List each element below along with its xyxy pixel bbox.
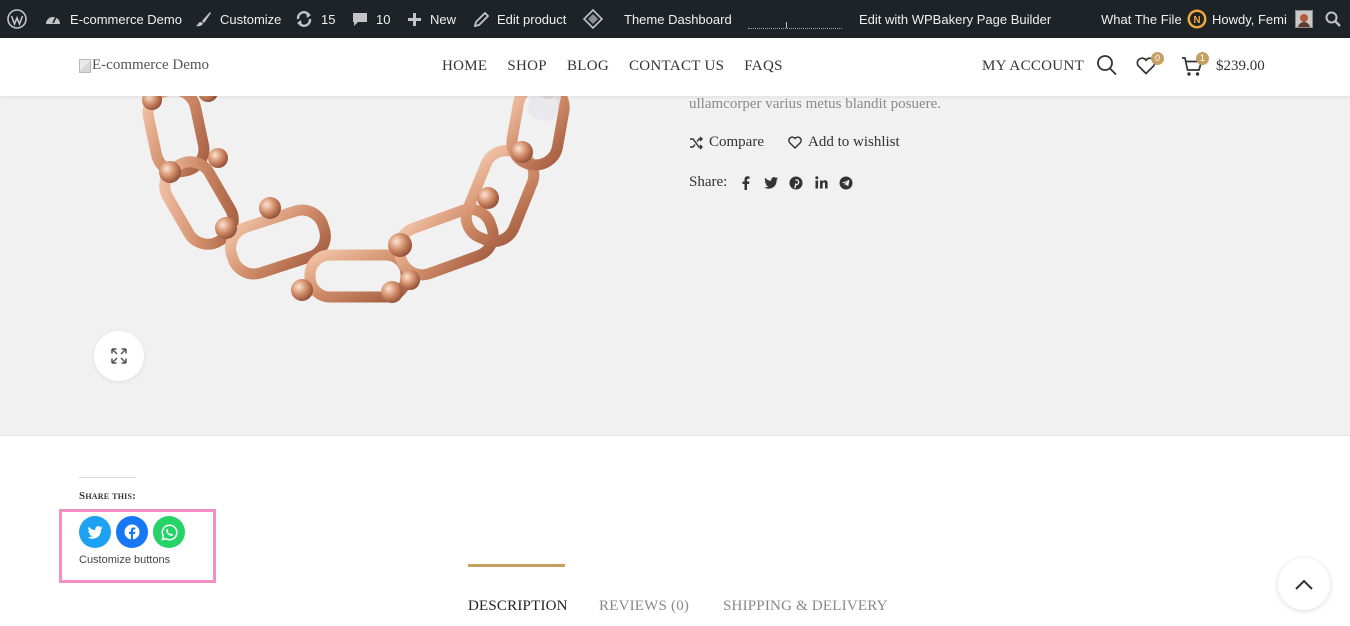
wishlist-count-badge: 0 [1151, 52, 1164, 65]
whatsapp-icon [160, 524, 178, 541]
updates-count: 15 [321, 11, 336, 27]
wpbakery-label: Edit with WPBakery Page Builder [859, 11, 1052, 27]
chevron-up-icon [1295, 579, 1313, 590]
scroll-to-top-button[interactable] [1278, 558, 1330, 610]
zoom-image-button[interactable] [94, 331, 144, 381]
ns-plugin-icon: N [1187, 9, 1207, 29]
nav-item-shop[interactable]: SHOP [507, 58, 547, 75]
compare-button[interactable]: Compare [689, 134, 764, 151]
product-image[interactable] [130, 80, 610, 350]
customize-label: Customize [220, 11, 282, 27]
tab-description[interactable]: DESCRIPTION [468, 598, 568, 615]
share-this-heading: Share this: [79, 490, 136, 502]
dashboard-gauge-icon [46, 16, 60, 24]
add-to-wishlist-button[interactable]: Add to wishlist [788, 134, 900, 151]
nav-item-blog[interactable]: BLOG [567, 58, 609, 75]
admin-new[interactable]: New [407, 0, 456, 38]
site-name-label: E-commerce Demo [70, 11, 182, 27]
admin-theme-dashboard[interactable]: Theme Dashboard [583, 0, 732, 38]
admin-updates[interactable]: 15 [295, 0, 335, 38]
paintbrush-icon [196, 11, 211, 26]
compare-label: Compare [709, 134, 764, 150]
edit-product-label: Edit product [497, 11, 567, 27]
admin-bar-divider-tick [786, 22, 787, 28]
plus-icon [408, 12, 421, 26]
new-label: New [430, 11, 457, 27]
header-search-icon[interactable] [1097, 55, 1117, 81]
share-facebook-button[interactable] [116, 516, 148, 548]
comments-count: 10 [376, 11, 391, 27]
admin-search-icon[interactable] [1325, 0, 1341, 38]
share-whatsapp-button[interactable] [153, 516, 185, 548]
tab-reviews[interactable]: REVIEWS (0) [599, 598, 689, 615]
wishlist-label: Add to wishlist [807, 134, 900, 150]
admin-what-the-file[interactable]: What The File N [1101, 0, 1207, 38]
tab-shipping-delivery[interactable]: SHIPPING & DELIVERY [723, 598, 888, 615]
admin-bar: E-commerce Demo Customize 15 10 New Edit… [0, 0, 1350, 38]
theme-diamond-icon [583, 9, 603, 29]
share-divider [79, 477, 136, 478]
what-the-file-label: What The File [1101, 11, 1182, 27]
admin-wpbakery[interactable]: Edit with WPBakery Page Builder [859, 0, 1051, 38]
admin-howdy[interactable]: Howdy, Femi [1212, 0, 1313, 38]
cart-total[interactable]: $239.00 [1216, 58, 1265, 75]
main-navigation: HOME SHOP BLOG CONTACT US FAQS [442, 58, 783, 75]
cart-count-badge: 1 [1196, 52, 1209, 65]
linkedin-icon[interactable] [814, 176, 828, 190]
updates-icon [296, 11, 312, 27]
admin-edit-product[interactable]: Edit product [474, 0, 566, 38]
share-label: Share: [689, 174, 728, 190]
nav-item-faqs[interactable]: FAQS [744, 58, 782, 75]
active-tab-indicator [468, 564, 565, 567]
admin-bar-divider [748, 28, 842, 29]
admin-site-name[interactable]: E-commerce Demo [44, 0, 182, 38]
nav-item-home[interactable]: HOME [442, 58, 487, 75]
howdy-label: Howdy, Femi [1212, 11, 1287, 27]
my-account-link[interactable]: MY ACCOUNT [982, 58, 1084, 75]
product-actions: Compare Add to wishlist [689, 134, 900, 151]
wordpress-logo-icon[interactable] [7, 0, 27, 38]
heart-icon [788, 136, 802, 149]
product-share-row: Share: [689, 174, 864, 191]
share-twitter-button[interactable] [79, 516, 111, 548]
theme-dashboard-label: Theme Dashboard [624, 11, 732, 27]
logo-alt-text: E-commerce Demo [92, 57, 210, 73]
user-avatar [1294, 10, 1313, 28]
facebook-icon[interactable] [739, 175, 753, 190]
site-header: E-commerce Demo HOME SHOP BLOG CONTACT U… [0, 38, 1350, 96]
twitter-icon[interactable] [764, 176, 779, 190]
facebook-icon [124, 524, 140, 540]
admin-comments[interactable]: 10 [352, 0, 390, 38]
product-short-description: ullamcorper varius metus blandit posuere… [689, 96, 942, 112]
expand-icon [111, 348, 127, 364]
pinterest-icon[interactable] [789, 176, 803, 190]
broken-image-icon [79, 58, 91, 73]
shuffle-icon [690, 136, 703, 149]
site-logo[interactable]: E-commerce Demo [79, 57, 209, 74]
telegram-icon[interactable] [839, 176, 853, 190]
svg-text:N: N [1193, 15, 1200, 26]
twitter-icon [87, 525, 103, 539]
admin-customize[interactable]: Customize [195, 0, 281, 38]
nav-item-contact-us[interactable]: CONTACT US [629, 58, 724, 75]
pencil-icon [474, 11, 489, 27]
customize-buttons-link[interactable]: Customize buttons [79, 554, 170, 566]
comment-bubble-icon [353, 13, 367, 26]
